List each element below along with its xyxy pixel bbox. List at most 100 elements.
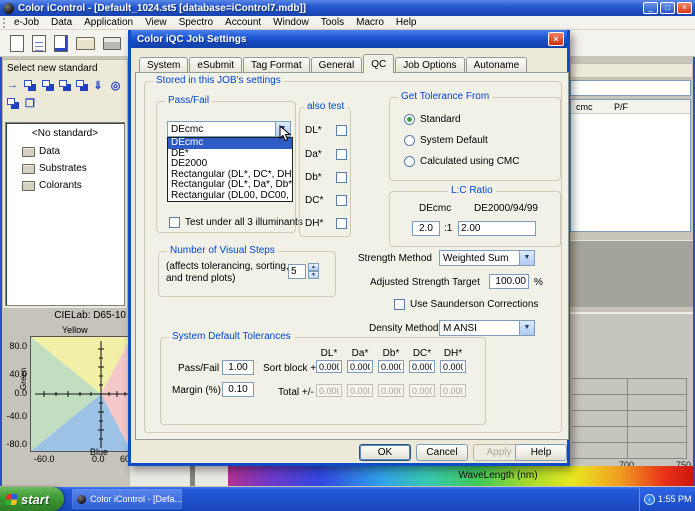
col-dh: DH* <box>440 348 466 359</box>
menu-e-job[interactable]: e-Job <box>14 17 39 28</box>
visual-steps-spinner[interactable]: ▲▼ <box>308 263 319 279</box>
tab-tag-format[interactable]: Tag Format <box>243 57 310 73</box>
taskbar-item-color-icontrol[interactable]: Color iControl - [Defa... <box>72 489 182 509</box>
menu-application[interactable]: Application <box>84 17 133 28</box>
tol-passfail-input[interactable] <box>222 360 254 375</box>
col-dc: DC* <box>409 348 435 359</box>
also-test-db-checkbox[interactable] <box>336 172 347 183</box>
print-icon[interactable] <box>103 37 121 50</box>
tab-system[interactable]: System <box>139 57 188 73</box>
sort-block-dl-input[interactable] <box>316 360 342 373</box>
dropdown-option-decmc[interactable]: DEcmc <box>168 138 292 149</box>
standard-tree: <No standard> Data Substrates Colorants <box>5 122 125 306</box>
maximize-button[interactable]: □ <box>660 2 675 14</box>
new-document-icon[interactable] <box>10 35 24 52</box>
de2000-ratio-input[interactable] <box>458 221 536 236</box>
cancel-button[interactable]: Cancel <box>416 444 468 461</box>
menu-macro[interactable]: Macro <box>356 17 384 28</box>
dropdown-option-de2000[interactable]: DE2000 <box>168 159 292 170</box>
menu-data[interactable]: Data <box>51 17 72 28</box>
help-button[interactable]: Help <box>515 444 567 461</box>
chevron-down-icon[interactable]: ▼ <box>519 251 534 265</box>
app-titlebar[interactable]: Color iControl - [Default_1024.st5 [data… <box>0 0 695 16</box>
close-button[interactable]: × <box>677 2 692 14</box>
calculated-cmc-radio-label: Calculated using CMC <box>420 156 520 167</box>
dialog-titlebar[interactable]: Color iQC Job Settings × <box>131 30 567 48</box>
cielab-title: CIELab: D65-10 <box>2 308 130 321</box>
passfail-method-combobox[interactable]: DEcmc ▼ <box>167 121 291 137</box>
total-da-input <box>347 384 373 397</box>
also-test-row-dc: DC* <box>305 195 347 206</box>
adjusted-strength-input[interactable] <box>489 274 529 289</box>
also-test-da-checkbox[interactable] <box>336 149 347 160</box>
tab-autoname[interactable]: Autoname <box>466 57 528 73</box>
sort-block-da-input[interactable] <box>347 360 373 373</box>
chevron-down-icon[interactable]: ▼ <box>519 321 534 335</box>
also-test-dc-checkbox[interactable] <box>336 195 347 206</box>
strength-method-combobox[interactable]: Weighted Sum ▼ <box>439 250 535 266</box>
dropdown-option-rect-lch[interactable]: Rectangular (DL*, DC*, DH*) <box>168 170 292 181</box>
standard-radio[interactable] <box>404 114 415 125</box>
tree-root-no-standard[interactable]: <No standard> <box>6 128 124 139</box>
dropdown-option-rect-lab[interactable]: Rectangular (DL*, Da*, Db*) <box>168 180 292 191</box>
copy-pages-icon[interactable] <box>6 97 21 111</box>
calculated-cmc-radio[interactable] <box>404 156 415 167</box>
open-document-icon[interactable] <box>32 35 46 52</box>
search-standard-icon[interactable]: ◎ <box>110 79 124 93</box>
tree-item-data[interactable]: Data <box>6 143 124 160</box>
menu-view[interactable]: View <box>145 17 167 28</box>
sort-block-dc-input[interactable] <box>409 360 435 373</box>
illuminants-checkbox[interactable] <box>169 217 180 228</box>
job-settings-dialog: Color iQC Job Settings × System eSubmit … <box>128 30 570 466</box>
also-test-dl-checkbox[interactable] <box>336 125 347 136</box>
menu-spectro[interactable]: Spectro <box>179 17 213 28</box>
standard-tool-icon-2[interactable] <box>41 79 55 93</box>
menu-window[interactable]: Window <box>273 17 309 28</box>
standard-name-field[interactable] <box>570 80 691 96</box>
spin-up-icon[interactable]: ▲ <box>308 263 319 271</box>
standard-tool-icon-4[interactable] <box>75 79 89 93</box>
folder-icon[interactable] <box>76 37 95 50</box>
tree-item-colorants[interactable]: Colorants <box>6 177 124 194</box>
menu-help[interactable]: Help <box>396 17 417 28</box>
visual-steps-input[interactable] <box>288 264 306 279</box>
hide-icons-icon[interactable]: ‹ <box>644 494 655 505</box>
clipboard-down-icon[interactable]: ⇓ <box>92 79 106 93</box>
menu-tools[interactable]: Tools <box>321 17 344 28</box>
sort-block-db-input[interactable] <box>378 360 404 373</box>
minimize-button[interactable]: _ <box>643 2 658 14</box>
also-test-row-dl: DL* <box>305 125 347 136</box>
menu-account[interactable]: Account <box>225 17 261 28</box>
tol-margin-input[interactable] <box>222 382 254 397</box>
tab-general[interactable]: General <box>311 57 363 73</box>
save-icon[interactable] <box>54 35 68 52</box>
system-default-radio[interactable] <box>404 135 415 146</box>
also-test-label: DC* <box>305 195 323 206</box>
also-test-dh-checkbox[interactable] <box>336 218 347 229</box>
tab-job-options[interactable]: Job Options <box>395 57 464 73</box>
standard-tool-icon-1[interactable] <box>23 79 37 93</box>
pane-splitter[interactable] <box>190 466 195 486</box>
spin-down-icon[interactable]: ▼ <box>308 271 319 279</box>
results-grid-header: cmc P/F <box>571 100 690 114</box>
tab-qc[interactable]: QC <box>363 54 394 73</box>
sort-block-dh-input[interactable] <box>440 360 466 373</box>
column-cmc[interactable]: cmc <box>571 100 609 113</box>
column-pf[interactable]: P/F <box>609 100 628 113</box>
assign-arrow-icon[interactable]: → <box>6 79 20 93</box>
saunderson-checkbox[interactable] <box>394 299 405 310</box>
gridline <box>572 426 686 427</box>
density-method-combobox[interactable]: M ANSI ▼ <box>439 320 535 336</box>
search-glyph: ◎ <box>111 79 121 92</box>
dialog-close-button[interactable]: × <box>548 32 564 46</box>
tree-item-substrates[interactable]: Substrates <box>6 160 124 177</box>
standard-tool-icon-3[interactable] <box>58 79 72 93</box>
tab-esubmit[interactable]: eSubmit <box>189 57 242 73</box>
ok-button[interactable]: OK <box>359 444 411 461</box>
paste-page-icon[interactable]: ❐ <box>24 97 39 111</box>
start-button[interactable]: start <box>0 487 64 511</box>
dropdown-option-rect-00[interactable]: Rectangular (DL00, DC00, DH00) <box>168 191 292 202</box>
results-grid: cmc P/F <box>570 99 691 232</box>
dropdown-option-de[interactable]: DE* <box>168 149 292 160</box>
decmc-ratio-input[interactable] <box>412 221 440 236</box>
